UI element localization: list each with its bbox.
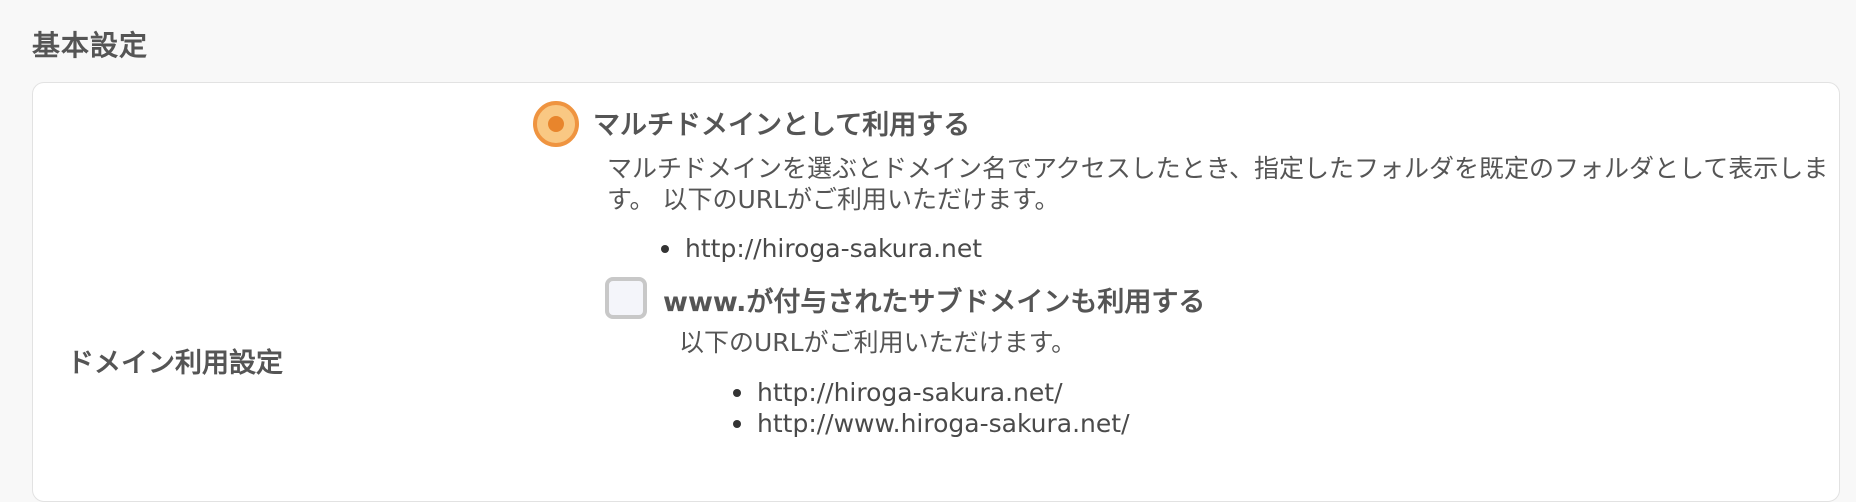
list-item: http://hiroga-sakura.net: [661, 233, 983, 264]
bullet-icon: [733, 389, 741, 397]
www-subdomain-checkbox-label[interactable]: www.が付与されたサブドメインも利用する: [663, 280, 1205, 319]
multidomain-description: マルチドメインを選ぶとドメイン名でアクセスしたとき、指定したフォルダを既定のフォ…: [607, 154, 1829, 214]
radio-selected-dot: [548, 116, 564, 132]
url-text: http://www.hiroga-sakura.net/: [757, 409, 1130, 438]
www-subdomain-checkbox[interactable]: [605, 277, 647, 319]
url-text: http://hiroga-sakura.net: [685, 234, 983, 263]
list-item: http://hiroga-sakura.net/: [733, 377, 1130, 408]
url-text: http://hiroga-sakura.net/: [757, 378, 1063, 407]
domain-setting-label: ドメイン利用設定: [67, 348, 283, 379]
list-item: http://www.hiroga-sakura.net/: [733, 408, 1130, 439]
www-description: 以下のURLがご利用いただけます。: [679, 328, 1077, 357]
bullet-icon: [733, 420, 741, 428]
multidomain-radio[interactable]: [533, 101, 579, 147]
section-title: 基本設定: [32, 29, 149, 62]
www-url-list: http://hiroga-sakura.net/ http://www.hir…: [733, 377, 1130, 439]
multidomain-radio-label[interactable]: マルチドメインとして利用する: [593, 103, 970, 142]
settings-card: ドメイン利用設定 マルチドメインとして利用する マルチドメインを選ぶとドメイン名…: [32, 82, 1840, 502]
multidomain-url-list: http://hiroga-sakura.net: [661, 233, 983, 264]
bullet-icon: [661, 245, 669, 253]
